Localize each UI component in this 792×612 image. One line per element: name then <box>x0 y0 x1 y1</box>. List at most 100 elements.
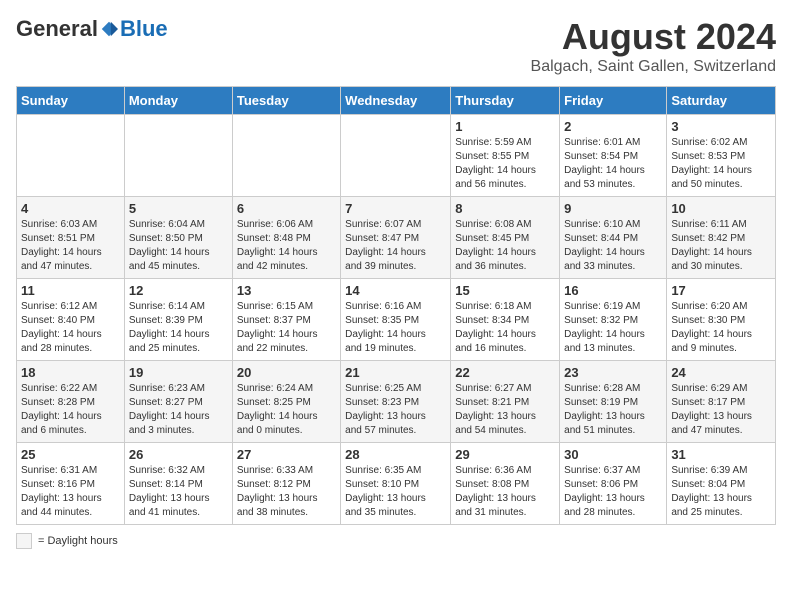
day-info: Sunrise: 6:22 AMSunset: 8:28 PMDaylight:… <box>21 382 120 438</box>
day-number: 21 <box>345 365 446 380</box>
day-number: 9 <box>564 201 662 216</box>
day-number: 14 <box>345 283 446 298</box>
day-info: Sunrise: 6:32 AMSunset: 8:14 PMDaylight:… <box>129 464 228 520</box>
day-info: Sunrise: 6:14 AMSunset: 8:39 PMDaylight:… <box>129 300 228 356</box>
calendar-cell: 3 Sunrise: 6:02 AMSunset: 8:53 PMDaylight… <box>667 115 776 197</box>
legend-box <box>16 533 32 549</box>
day-number: 29 <box>455 447 555 462</box>
day-info: Sunrise: 6:39 AMSunset: 8:04 PMDaylight:… <box>671 464 771 520</box>
calendar-cell: 19 Sunrise: 6:23 AMSunset: 8:27 PMDayligh… <box>124 361 232 443</box>
logo-blue: Blue <box>120 16 168 42</box>
day-number: 7 <box>345 201 446 216</box>
calendar-week-row: 4 Sunrise: 6:03 AMSunset: 8:51 PMDaylight… <box>17 197 776 279</box>
day-info: Sunrise: 6:31 AMSunset: 8:16 PMDaylight:… <box>21 464 120 520</box>
calendar-cell: 12Sunrise: 6:14 AMSunset: 8:39 PMDayligh… <box>124 279 232 361</box>
day-info: Sunrise: 6:03 AMSunset: 8:51 PMDaylight:… <box>21 218 120 274</box>
calendar-cell: 1 Sunrise: 5:59 AMSunset: 8:55 PMDaylight… <box>451 115 560 197</box>
legend-label: = Daylight hours <box>38 535 118 547</box>
calendar-cell: 5Sunrise: 6:04 AMSunset: 8:50 PMDaylight… <box>124 197 232 279</box>
calendar-table: SundayMondayTuesdayWednesdayThursdayFrid… <box>16 86 776 525</box>
logo: General Blue <box>16 16 168 42</box>
calendar-cell: 7 Sunrise: 6:07 AMSunset: 8:47 PMDaylight… <box>341 197 451 279</box>
day-info: Sunrise: 6:33 AMSunset: 8:12 PMDaylight:… <box>237 464 336 520</box>
day-number: 1 <box>455 119 555 134</box>
day-info: Sunrise: 6:15 AMSunset: 8:37 PMDaylight:… <box>237 300 336 356</box>
day-info: Sunrise: 6:10 AMSunset: 8:44 PMDaylight:… <box>564 218 662 274</box>
day-info: Sunrise: 6:07 AMSunset: 8:47 PMDaylight:… <box>345 218 446 274</box>
calendar-cell: 16Sunrise: 6:19 AMSunset: 8:32 PMDayligh… <box>560 279 667 361</box>
day-number: 31 <box>671 447 771 462</box>
calendar-week-row: 1 Sunrise: 5:59 AMSunset: 8:55 PMDaylight… <box>17 115 776 197</box>
day-number: 6 <box>237 201 336 216</box>
calendar-header-thursday: Thursday <box>451 87 560 115</box>
day-number: 27 <box>237 447 336 462</box>
legend: = Daylight hours <box>16 533 776 549</box>
calendar-header-tuesday: Tuesday <box>232 87 340 115</box>
calendar-cell: 24Sunrise: 6:29 AMSunset: 8:17 PMDayligh… <box>667 361 776 443</box>
day-info: Sunrise: 6:23 AMSunset: 8:27 PMDaylight:… <box>129 382 228 438</box>
calendar-header-wednesday: Wednesday <box>341 87 451 115</box>
day-info: Sunrise: 6:24 AMSunset: 8:25 PMDaylight:… <box>237 382 336 438</box>
month-title: August 2024 <box>531 16 776 58</box>
calendar-cell: 25 Sunrise: 6:31 AMSunset: 8:16 PMDayligh… <box>17 443 125 525</box>
day-info: Sunrise: 6:08 AMSunset: 8:45 PMDaylight:… <box>455 218 555 274</box>
day-number: 25 <box>21 447 120 462</box>
title-block: August 2024 Balgach, Saint Gallen, Switz… <box>531 16 776 76</box>
calendar-cell: 17Sunrise: 6:20 AMSunset: 8:30 PMDayligh… <box>667 279 776 361</box>
day-info: Sunrise: 6:01 AMSunset: 8:54 PMDaylight:… <box>564 136 662 192</box>
day-number: 10 <box>671 201 771 216</box>
calendar-cell: 11 Sunrise: 6:12 AMSunset: 8:40 PMDayligh… <box>17 279 125 361</box>
calendar-cell: 4 Sunrise: 6:03 AMSunset: 8:51 PMDaylight… <box>17 197 125 279</box>
day-info: Sunrise: 6:04 AMSunset: 8:50 PMDaylight:… <box>129 218 228 274</box>
day-number: 16 <box>564 283 662 298</box>
calendar-header-sunday: Sunday <box>17 87 125 115</box>
calendar-cell: 31 Sunrise: 6:39 AMSunset: 8:04 PMDayligh… <box>667 443 776 525</box>
day-info: Sunrise: 6:28 AMSunset: 8:19 PMDaylight:… <box>564 382 662 438</box>
day-number: 19 <box>129 365 228 380</box>
day-number: 28 <box>345 447 446 462</box>
calendar-cell: 13 Sunrise: 6:15 AMSunset: 8:37 PMDayligh… <box>232 279 340 361</box>
day-info: Sunrise: 6:02 AMSunset: 8:53 PMDaylight:… <box>671 136 771 192</box>
day-number: 2 <box>564 119 662 134</box>
calendar-cell: 22Sunrise: 6:27 AMSunset: 8:21 PMDayligh… <box>451 361 560 443</box>
day-number: 13 <box>237 283 336 298</box>
day-number: 18 <box>21 365 120 380</box>
calendar-cell: 8 Sunrise: 6:08 AMSunset: 8:45 PMDaylight… <box>451 197 560 279</box>
calendar-week-row: 11 Sunrise: 6:12 AMSunset: 8:40 PMDayligh… <box>17 279 776 361</box>
day-number: 26 <box>129 447 228 462</box>
day-number: 30 <box>564 447 662 462</box>
day-info: Sunrise: 6:36 AMSunset: 8:08 PMDaylight:… <box>455 464 555 520</box>
calendar-cell: 9 Sunrise: 6:10 AMSunset: 8:44 PMDaylight… <box>560 197 667 279</box>
day-number: 8 <box>455 201 555 216</box>
calendar-cell: 28Sunrise: 6:35 AMSunset: 8:10 PMDayligh… <box>341 443 451 525</box>
day-number: 11 <box>21 283 120 298</box>
calendar-cell: 10Sunrise: 6:11 AMSunset: 8:42 PMDayligh… <box>667 197 776 279</box>
day-info: Sunrise: 6:06 AMSunset: 8:48 PMDaylight:… <box>237 218 336 274</box>
day-info: Sunrise: 5:59 AMSunset: 8:55 PMDaylight:… <box>455 136 555 192</box>
calendar-cell: 6 Sunrise: 6:06 AMSunset: 8:48 PMDaylight… <box>232 197 340 279</box>
day-info: Sunrise: 6:29 AMSunset: 8:17 PMDaylight:… <box>671 382 771 438</box>
calendar-cell <box>232 115 340 197</box>
day-info: Sunrise: 6:27 AMSunset: 8:21 PMDaylight:… <box>455 382 555 438</box>
logo-icon <box>100 20 118 38</box>
calendar-cell: 30 Sunrise: 6:37 AMSunset: 8:06 PMDayligh… <box>560 443 667 525</box>
location-title: Balgach, Saint Gallen, Switzerland <box>531 58 776 76</box>
day-number: 3 <box>671 119 771 134</box>
calendar-cell: 18 Sunrise: 6:22 AMSunset: 8:28 PMDayligh… <box>17 361 125 443</box>
calendar-cell: 20 Sunrise: 6:24 AMSunset: 8:25 PMDayligh… <box>232 361 340 443</box>
calendar-cell <box>17 115 125 197</box>
calendar-cell: 2 Sunrise: 6:01 AMSunset: 8:54 PMDaylight… <box>560 115 667 197</box>
page-header: General Blue August 2024 Balgach, Saint … <box>16 16 776 76</box>
day-number: 20 <box>237 365 336 380</box>
calendar-header-saturday: Saturday <box>667 87 776 115</box>
calendar-cell: 29 Sunrise: 6:36 AMSunset: 8:08 PMDayligh… <box>451 443 560 525</box>
day-info: Sunrise: 6:12 AMSunset: 8:40 PMDaylight:… <box>21 300 120 356</box>
day-number: 4 <box>21 201 120 216</box>
day-info: Sunrise: 6:37 AMSunset: 8:06 PMDaylight:… <box>564 464 662 520</box>
calendar-cell: 15Sunrise: 6:18 AMSunset: 8:34 PMDayligh… <box>451 279 560 361</box>
calendar-cell: 26 Sunrise: 6:32 AMSunset: 8:14 PMDayligh… <box>124 443 232 525</box>
day-number: 17 <box>671 283 771 298</box>
calendar-cell: 21Sunrise: 6:25 AMSunset: 8:23 PMDayligh… <box>341 361 451 443</box>
calendar-week-row: 18 Sunrise: 6:22 AMSunset: 8:28 PMDayligh… <box>17 361 776 443</box>
calendar-cell: 14Sunrise: 6:16 AMSunset: 8:35 PMDayligh… <box>341 279 451 361</box>
